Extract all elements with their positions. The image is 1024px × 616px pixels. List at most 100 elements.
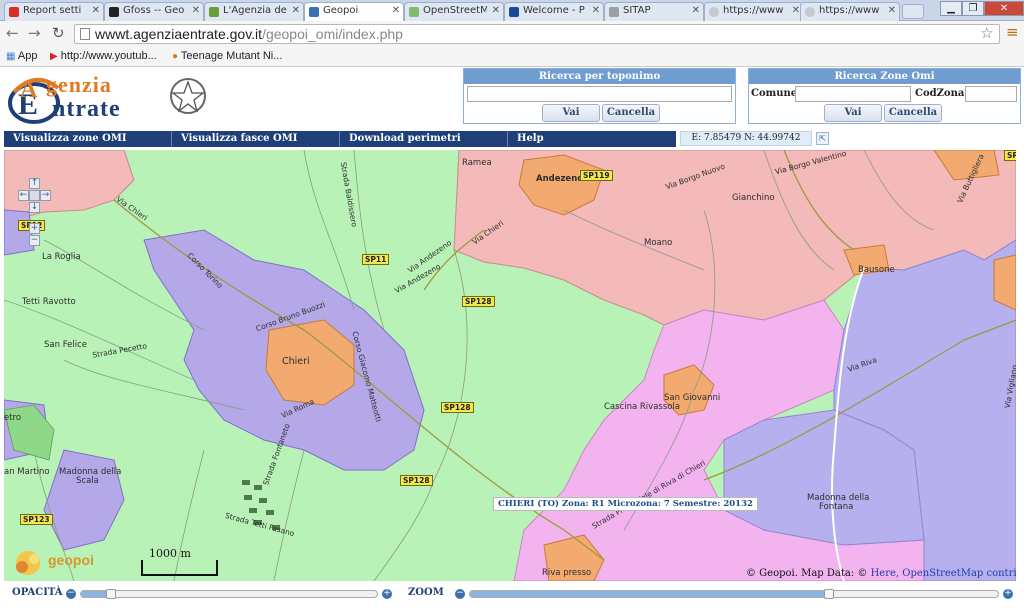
- zoom-decrease-icon[interactable]: −: [455, 589, 465, 599]
- svg-text:A: A: [20, 77, 38, 103]
- restore-icon[interactable]: ❐: [962, 1, 984, 16]
- opacity-decrease-icon[interactable]: −: [66, 589, 76, 599]
- pan-center-icon[interactable]: [29, 190, 40, 201]
- window-close-icon[interactable]: ✕: [984, 1, 1024, 16]
- road-badge: SP119: [580, 170, 613, 181]
- toponym-go-button[interactable]: Vai: [542, 104, 600, 122]
- hamburger-menu-icon[interactable]: ≡: [1006, 23, 1019, 41]
- browser-tab-strip: Report setti ✕ Gfoss -- Geo ✕ L'Agenzia de…: [0, 0, 1024, 22]
- zone-go-button[interactable]: Vai: [824, 104, 882, 122]
- panel-title: Ricerca per toponimo: [464, 69, 735, 84]
- close-icon[interactable]: ✕: [192, 5, 200, 16]
- reload-icon[interactable]: ↻: [52, 25, 65, 41]
- bookmark-youtube[interactable]: ▶ http://www.youtub...: [50, 50, 157, 62]
- bookmark-label: http://www.youtub...: [60, 50, 157, 62]
- bookmark-teenage[interactable]: ● Teenage Mutant Ni...: [172, 50, 282, 62]
- tab-openstreetmap[interactable]: OpenStreetM ✕: [404, 2, 504, 21]
- comune-input[interactable]: [795, 86, 911, 102]
- road-badge: SP11: [362, 254, 390, 265]
- opacity-handle[interactable]: [105, 589, 116, 599]
- scale-bar: [141, 560, 218, 576]
- nav-visualizza-fasce[interactable]: Visualizza fasce OMI: [172, 131, 340, 147]
- codzona-input[interactable]: [965, 86, 1017, 102]
- toponym-cancel-button[interactable]: Cancella: [602, 104, 660, 122]
- minimize-icon[interactable]: ▁: [940, 1, 962, 16]
- bookmark-label: Teenage Mutant Ni...: [180, 50, 283, 62]
- zone-urban-west: [43, 449, 125, 551]
- forward-arrow-icon[interactable]: →: [28, 25, 41, 41]
- zoom-out-icon[interactable]: −: [29, 235, 40, 246]
- main-nav-bar: Visualizza zone OMI Visualizza fasce OMI…: [4, 131, 676, 147]
- tab-label: L'Agenzia de: [223, 5, 287, 16]
- road-badge: SP128: [462, 296, 495, 307]
- toponym-input[interactable]: [467, 86, 732, 102]
- nav-visualizza-zone[interactable]: Visualizza zone OMI: [4, 131, 172, 147]
- zoom-slider[interactable]: [469, 589, 999, 599]
- toponym-search-panel: Ricerca per toponimo Vai Cancella: [463, 68, 736, 124]
- tab-label: Geopoi: [323, 5, 359, 16]
- tab-geopoi[interactable]: Geopoi ✕: [304, 2, 404, 22]
- zoom-increase-icon[interactable]: +: [1003, 589, 1013, 599]
- omi-zone-search-panel: Ricerca Zone Omi Comune: CodZona: Vai Ca…: [748, 68, 1021, 124]
- tab-gfoss[interactable]: Gfoss -- Geo ✕: [104, 2, 204, 21]
- zone-info-popup: CHIERI (TO) Zona: R1 Microzona: 7 Semest…: [493, 497, 758, 511]
- zoom-in-icon[interactable]: +: [29, 223, 40, 234]
- bookmark-star-icon[interactable]: ☆: [980, 24, 993, 42]
- close-icon[interactable]: ✕: [792, 5, 800, 16]
- youtube-icon: ▶: [50, 51, 58, 62]
- road-badge: SP128: [441, 402, 474, 413]
- place-label: Chieri: [282, 356, 310, 367]
- close-icon[interactable]: ✕: [692, 5, 700, 16]
- tab-label: https://www: [723, 5, 784, 16]
- close-icon[interactable]: ✕: [592, 5, 600, 16]
- zoom-handle[interactable]: [824, 589, 835, 599]
- zone-cancel-button[interactable]: Cancella: [884, 104, 942, 122]
- tab-welcome[interactable]: Welcome - P ✕: [504, 2, 604, 21]
- panel-title: Ricerca Zone Omi: [749, 69, 1020, 84]
- opacity-increase-icon[interactable]: +: [382, 589, 392, 599]
- geopoi-logo-icon: [16, 551, 40, 575]
- attribution-link[interactable]: Here, OpenStreetMap contributors: [871, 568, 1016, 579]
- bookmark-apps[interactable]: ▦ App: [6, 50, 37, 62]
- nav-help[interactable]: Help: [508, 131, 676, 147]
- tab-agenzia[interactable]: L'Agenzia de ✕: [204, 2, 304, 21]
- road-badge: SP123: [20, 514, 53, 525]
- pan-up-icon[interactable]: ↑: [29, 178, 40, 189]
- scale-label: 1000 m: [149, 547, 191, 560]
- place-label: Scala: [76, 476, 99, 486]
- opacity-slider[interactable]: [80, 589, 378, 599]
- tab-report[interactable]: Report setti ✕: [4, 2, 104, 21]
- attribution-text: © Geopoi. Map Data: ©: [746, 568, 868, 579]
- zoom-label: ZOOM: [408, 587, 444, 598]
- tab-https-2[interactable]: https://www ✕: [800, 2, 900, 21]
- url-path: /geopoi_omi/index.php: [262, 26, 403, 42]
- back-arrow-icon[interactable]: ←: [6, 25, 19, 41]
- new-tab-button[interactable]: [902, 4, 924, 19]
- close-icon[interactable]: ✕: [888, 5, 896, 16]
- nav-download-perimetri[interactable]: Download perimetri: [340, 131, 508, 147]
- address-bar[interactable]: wwwt.agenziaentrate.gov.it/geopoi_omi/in…: [74, 24, 1000, 44]
- town-east: [993, 254, 1016, 311]
- opacity-label: OPACITÀ: [12, 587, 63, 598]
- coordinate-readout: E: 7.85479 N: 44.99742: [680, 131, 812, 146]
- gmail-icon: [9, 7, 19, 17]
- place-label: Moano: [644, 238, 673, 248]
- close-icon[interactable]: ✕: [292, 5, 300, 16]
- place-label: Cascina Rivassola: [604, 402, 681, 412]
- pan-right-icon[interactable]: →: [40, 190, 51, 201]
- close-icon[interactable]: ✕: [92, 5, 100, 16]
- close-icon[interactable]: ✕: [492, 5, 500, 16]
- map-attribution: © Geopoi. Map Data: © Here, OpenStreetMa…: [746, 568, 1016, 579]
- external-link-icon[interactable]: ⇱: [816, 132, 829, 145]
- map-viewport[interactable]: Ramea Andezeno Gianchino Moano Bausone L…: [4, 150, 1016, 581]
- notion-n-icon: [109, 7, 119, 17]
- pan-left-icon[interactable]: ←: [18, 190, 29, 201]
- road-badge: SP: [1004, 150, 1016, 161]
- tab-sitap[interactable]: SITAP ✕: [604, 2, 704, 21]
- tab-https-1[interactable]: https://www ✕: [704, 2, 804, 21]
- pan-down-icon[interactable]: ↓: [29, 202, 40, 213]
- geopoi-logo-text: geopoi: [48, 552, 94, 568]
- close-icon[interactable]: ✕: [392, 5, 400, 16]
- road-badge: SP128: [400, 475, 433, 486]
- zoom-fill: [470, 591, 830, 597]
